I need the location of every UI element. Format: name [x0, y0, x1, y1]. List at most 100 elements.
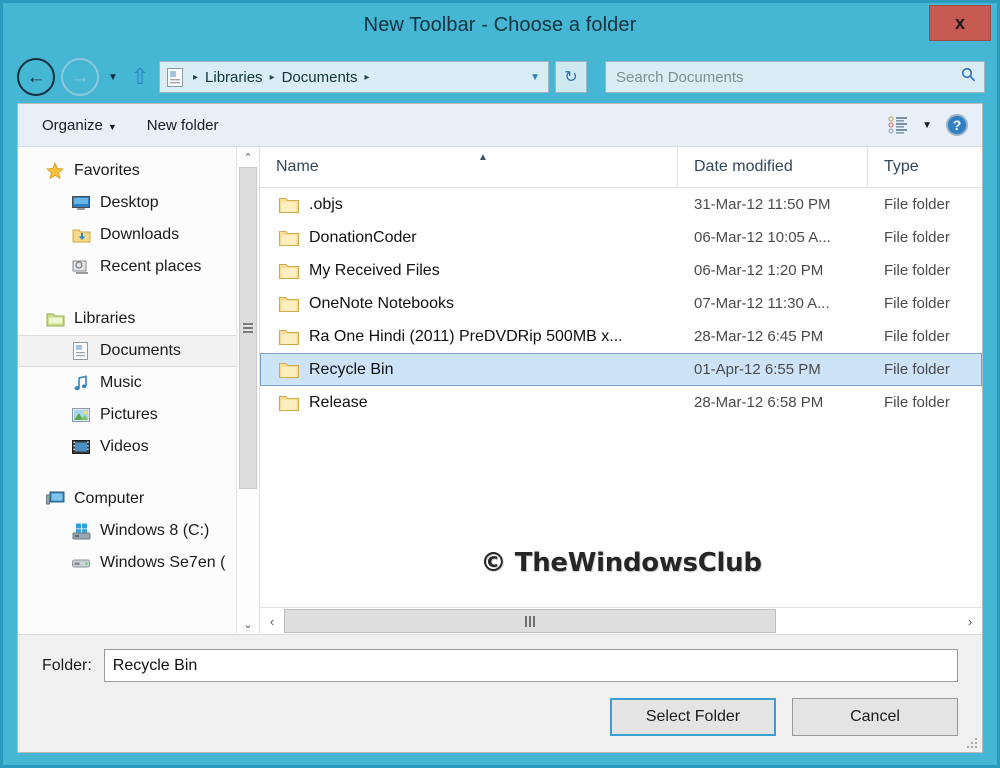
- chevron-down-icon[interactable]: ▼: [105, 72, 121, 83]
- scroll-up-icon[interactable]: ⌃: [237, 147, 259, 167]
- sidebar-item-label: Windows Se7en (: [100, 554, 226, 571]
- sidebar-item-recent-places[interactable]: Recent places: [18, 251, 236, 283]
- horizontal-scroll-thumb[interactable]: [284, 609, 777, 633]
- column-header-type[interactable]: Type: [867, 147, 982, 187]
- sidebar-item-label: Desktop: [100, 194, 159, 211]
- watermark: © TheWindowsClub: [480, 548, 762, 578]
- close-button[interactable]: x: [929, 5, 991, 41]
- column-header-date-modified[interactable]: Date modified: [677, 147, 867, 187]
- sidebar-scrollbar[interactable]: ⌃ ⌄: [236, 147, 259, 634]
- sidebar-item-libraries[interactable]: Libraries: [18, 303, 236, 335]
- table-row[interactable]: OneNote Notebooks 07-Mar-12 11:30 A... F…: [260, 287, 982, 320]
- drive-icon: [70, 553, 92, 573]
- sidebar-item-label: Libraries: [74, 310, 136, 327]
- breadcrumb-separator: ▸: [364, 71, 370, 83]
- table-row[interactable]: DonationCoder 06-Mar-12 10:05 A... File …: [260, 221, 982, 254]
- scroll-left-icon[interactable]: ‹: [260, 608, 284, 634]
- star-icon: [44, 161, 66, 181]
- up-arrow-icon[interactable]: ⇧: [127, 66, 153, 88]
- sidebar-item-windows-se7en[interactable]: Windows Se7en (: [18, 547, 236, 579]
- sidebar-item-videos[interactable]: Videos: [18, 431, 236, 463]
- forward-icon[interactable]: →: [61, 58, 99, 96]
- file-name-label: My Received Files: [309, 261, 440, 279]
- sidebar-item-label: Videos: [100, 438, 149, 455]
- address-bar[interactable]: ▸ Libraries ▸ Documents ▸ ▼: [159, 61, 549, 93]
- file-date-cell: 28-Mar-12 6:45 PM: [694, 328, 824, 345]
- sidebar-item-label: Pictures: [100, 406, 158, 423]
- sidebar-group-favorites: Favorites Desktop Downloads Recent place…: [18, 155, 236, 283]
- search-placeholder: Search Documents: [616, 68, 744, 86]
- table-row[interactable]: Ra One Hindi (2011) PreDVDRip 500MB x...…: [260, 320, 982, 353]
- sidebar-scroll-thumb[interactable]: [239, 167, 257, 489]
- select-folder-button[interactable]: Select Folder: [610, 698, 776, 736]
- file-name-cell: Recycle Bin: [261, 361, 678, 379]
- folder-picker-dialog: New Toolbar - Choose a folder x ← → ▼ ⇧ …: [0, 0, 1000, 768]
- explorer-body: Favorites Desktop Downloads Recent place…: [18, 147, 982, 634]
- refresh-icon[interactable]: ↻: [555, 61, 587, 93]
- horizontal-scroll-track[interactable]: [284, 608, 958, 634]
- file-type-cell: File folder: [884, 394, 950, 411]
- file-name-label: DonationCoder: [309, 228, 417, 246]
- sidebar-item-label: Documents: [100, 342, 181, 359]
- folder-icon: [279, 361, 299, 378]
- sidebar-item-pictures[interactable]: Pictures: [18, 399, 236, 431]
- table-row[interactable]: My Received Files 06-Mar-12 1:20 PM File…: [260, 254, 982, 287]
- table-row[interactable]: Release 28-Mar-12 6:58 PM File folder: [260, 386, 982, 419]
- downloads-icon: [70, 225, 92, 245]
- organize-button[interactable]: Organize ▼: [42, 117, 117, 134]
- new-folder-button[interactable]: New folder: [147, 117, 219, 134]
- navigation-bar: ← → ▼ ⇧ ▸ Libraries ▸ Documents ▸ ▼ ↻ Se…: [3, 51, 997, 103]
- column-label: Name: [276, 158, 319, 175]
- title-bar[interactable]: New Toolbar - Choose a folder x: [3, 3, 997, 51]
- file-type-cell: File folder: [884, 196, 950, 213]
- search-icon: [961, 67, 976, 87]
- scroll-down-icon[interactable]: ⌄: [237, 614, 259, 634]
- breadcrumb-separator: ▸: [193, 71, 199, 83]
- sidebar-item-windows-8-c[interactable]: Windows 8 (C:): [18, 515, 236, 547]
- help-icon[interactable]: ?: [946, 114, 968, 136]
- sidebar-item-downloads[interactable]: Downloads: [18, 219, 236, 251]
- cancel-button[interactable]: Cancel: [792, 698, 958, 736]
- file-name-label: .objs: [309, 195, 343, 213]
- sidebar-item-label: Downloads: [100, 226, 180, 243]
- organize-label: Organize: [42, 116, 103, 134]
- search-input[interactable]: Search Documents: [605, 61, 985, 93]
- table-row[interactable]: Recycle Bin 01-Apr-12 6:55 PM File folde…: [260, 353, 982, 386]
- back-icon[interactable]: ←: [17, 58, 55, 96]
- file-date-cell: 01-Apr-12 6:55 PM: [694, 361, 821, 378]
- file-name-label: Release: [309, 393, 368, 411]
- desktop-icon: [70, 193, 92, 213]
- folder-icon: [279, 262, 299, 279]
- address-dropdown-icon[interactable]: ▼: [530, 72, 544, 83]
- file-name-cell: My Received Files: [261, 262, 678, 280]
- file-name-label: Recycle Bin: [309, 360, 394, 378]
- sidebar-scroll-track[interactable]: [237, 167, 259, 614]
- table-row[interactable]: .objs 31-Mar-12 11:50 PM File folder: [260, 188, 982, 221]
- horizontal-scrollbar[interactable]: ‹ ›: [260, 607, 982, 634]
- file-name-cell: OneNote Notebooks: [261, 295, 678, 313]
- dialog-buttons: Select Folder Cancel: [42, 698, 958, 736]
- libraries-icon: [44, 309, 66, 329]
- view-list-icon[interactable]: [888, 116, 908, 134]
- folder-input[interactable]: Recycle Bin: [103, 649, 958, 682]
- view-chevron-down-icon[interactable]: ▼: [922, 120, 932, 131]
- sidebar-item-documents[interactable]: Documents: [18, 335, 236, 367]
- file-type-cell: File folder: [884, 328, 950, 345]
- breadcrumb-documents[interactable]: Documents: [280, 69, 360, 86]
- documents-icon: [70, 341, 92, 361]
- sidebar-item-computer[interactable]: Computer: [18, 483, 236, 515]
- sidebar-item-label: Computer: [74, 490, 145, 507]
- file-type-cell: File folder: [884, 295, 950, 312]
- sidebar-item-favorites[interactable]: Favorites: [18, 155, 236, 187]
- sidebar-item-music[interactable]: Music: [18, 367, 236, 399]
- column-header-name[interactable]: Name ▲: [260, 147, 677, 187]
- breadcrumb-libraries[interactable]: Libraries: [203, 69, 265, 86]
- command-bar: Organize ▼ New folder ▼ ?: [18, 104, 982, 147]
- sidebar-item-desktop[interactable]: Desktop: [18, 187, 236, 219]
- explorer-panel: Organize ▼ New folder ▼ ? Favorites Desk…: [17, 103, 983, 753]
- file-name-label: OneNote Notebooks: [309, 294, 454, 312]
- column-header-row: Name ▲ Date modified Type: [260, 147, 982, 188]
- scroll-right-icon[interactable]: ›: [958, 608, 982, 634]
